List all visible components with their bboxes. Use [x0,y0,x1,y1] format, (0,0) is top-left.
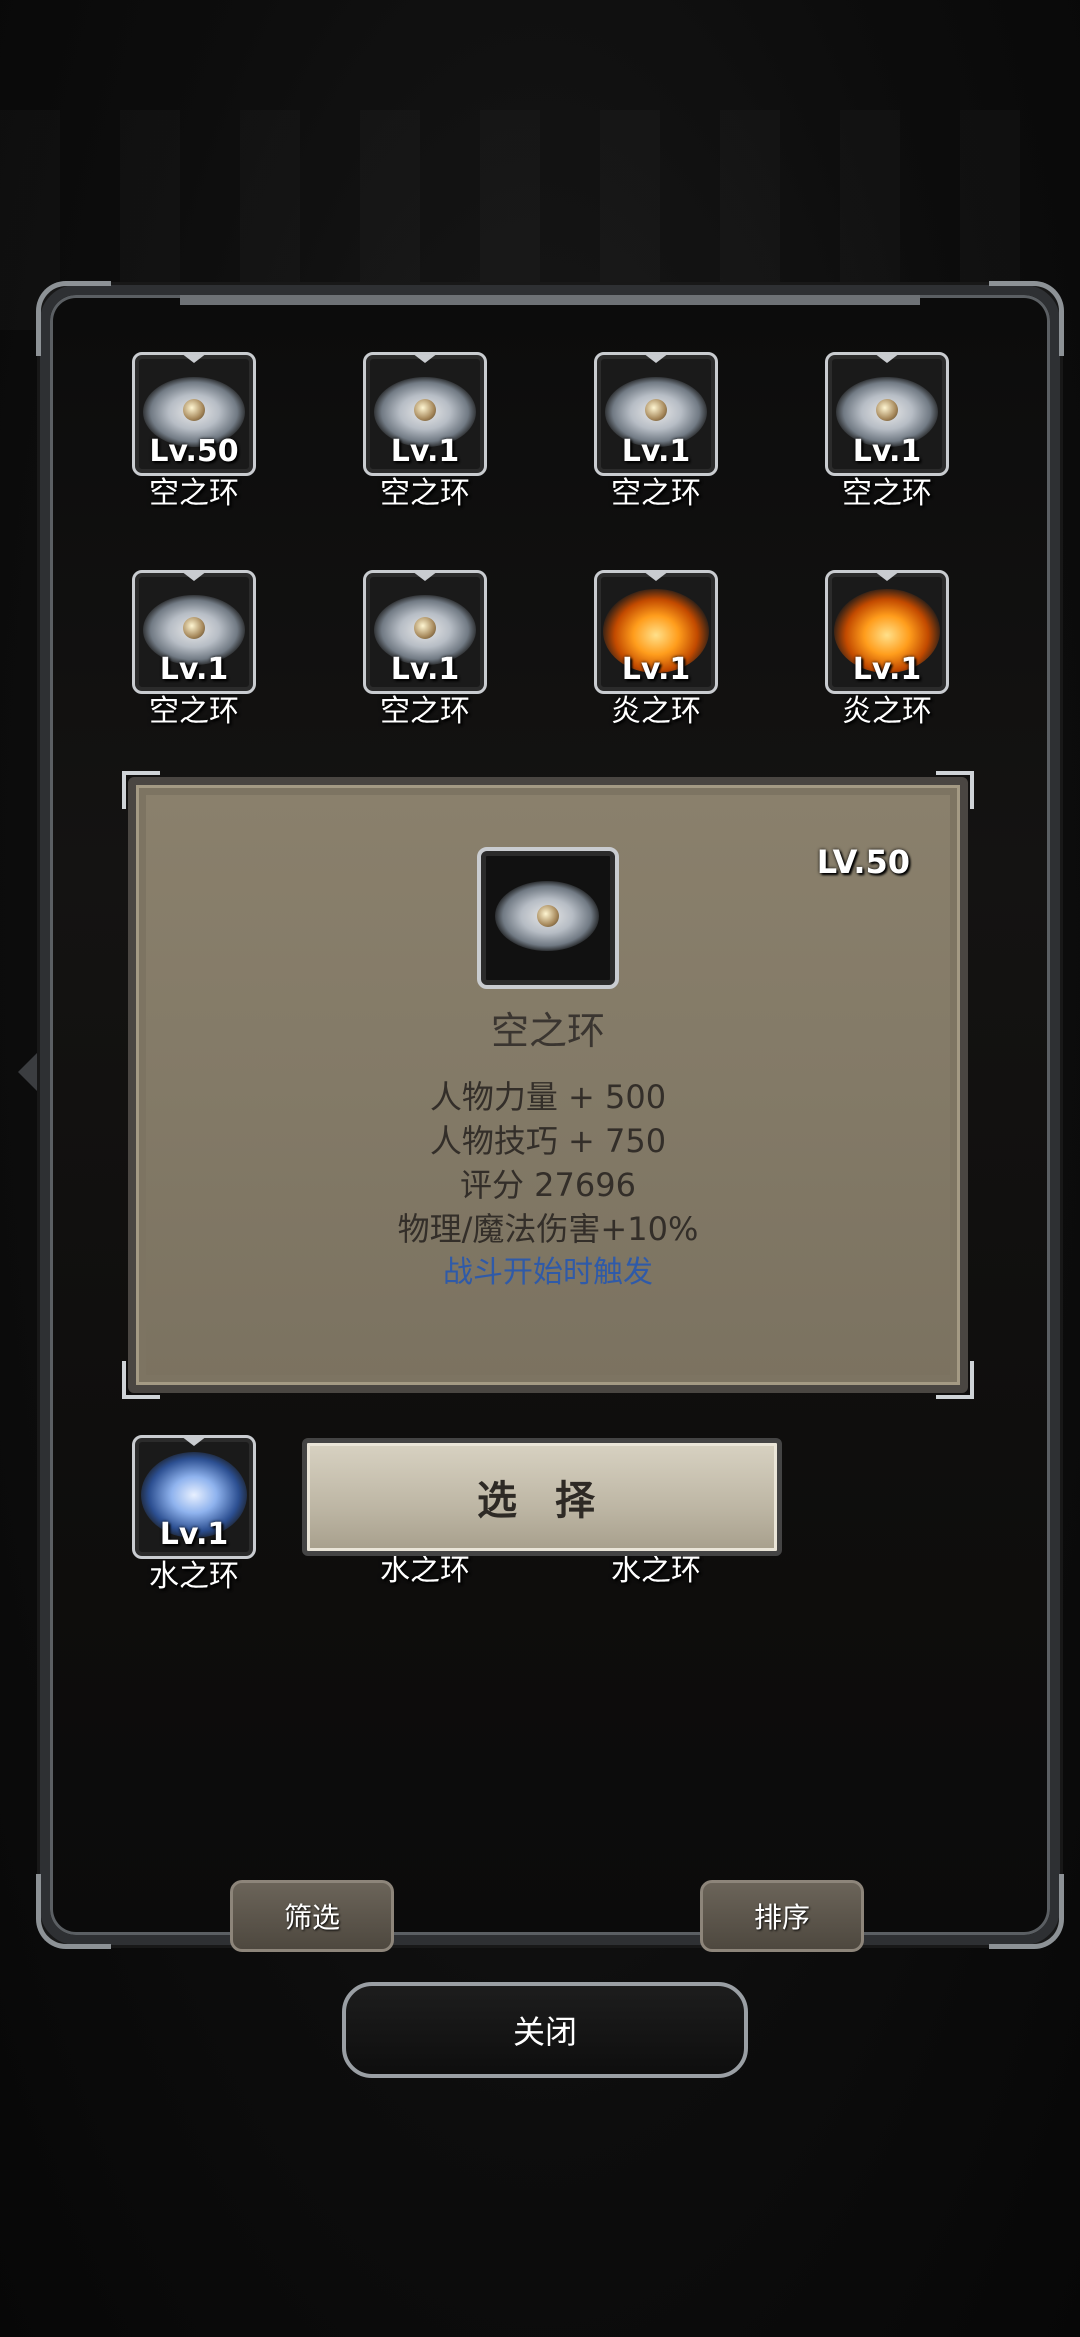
item-level: Lv.50 [149,434,239,469]
item-slot[interactable]: Lv.1 炎之环 [825,570,949,730]
detail-level: LV.50 [816,843,910,881]
stat-damage: 物理/魔法伤害+10% [397,1210,699,1248]
panel-corner-ornament [122,1361,160,1399]
water-ring-icon: Lv.1 [132,1435,256,1559]
filter-button[interactable]: 筛选 [230,1880,394,1952]
frame-corner-ornament [989,281,1064,356]
item-level: Lv.1 [621,434,691,469]
item-level: Lv.1 [159,652,229,687]
sky-ring-icon [477,847,619,989]
frame-corner-ornament [989,1874,1064,1949]
item-detail-panel: LV.50 空之环 人物力量 + 500 人物技巧 + 750 评分 27696… [122,771,974,1399]
frame-corner-ornament [36,1874,111,1949]
item-level: Lv.1 [852,652,922,687]
fire-ring-icon: Lv.1 [594,570,718,694]
item-slot[interactable]: Lv.1 空之环 [825,352,949,512]
item-level: Lv.1 [159,1517,229,1552]
item-level: Lv.1 [390,652,460,687]
item-level: Lv.1 [852,434,922,469]
item-slot[interactable]: Lv.1 空之环 [594,352,718,512]
sky-ring-icon: Lv.1 [363,570,487,694]
item-slot[interactable]: Lv.1 空之环 [132,570,256,730]
panel-corner-ornament [122,771,160,809]
sky-ring-icon: Lv.1 [825,352,949,476]
select-button[interactable]: 选 择 [302,1438,782,1556]
detail-item-name: 空之环 [490,1009,605,1053]
frame-corner-ornament [36,281,111,356]
stat-score: 评分 27696 [460,1166,636,1204]
item-slot[interactable]: Lv.1 空之环 [363,352,487,512]
frame-top-ornament [180,295,920,305]
item-slot[interactable]: Lv.50 空之环 [132,352,256,512]
fire-ring-icon: Lv.1 [825,570,949,694]
previous-arrow-icon[interactable] [18,1050,40,1094]
sky-ring-icon: Lv.50 [132,352,256,476]
panel-corner-ornament [936,771,974,809]
item-level: Lv.1 [621,652,691,687]
sky-ring-icon: Lv.1 [363,352,487,476]
item-slot[interactable]: Lv.1 水之环 [132,1435,256,1595]
sort-button[interactable]: 排序 [700,1880,864,1952]
item-slot[interactable]: Lv.1 空之环 [363,570,487,730]
detail-stats: 人物力量 + 500 人物技巧 + 750 评分 27696 物理/魔法伤害+1… [136,1075,960,1295]
stat-strength: 人物力量 + 500 [429,1078,667,1116]
trigger-condition: 战斗开始时触发 [443,1255,653,1290]
sky-ring-icon: Lv.1 [132,570,256,694]
item-level: Lv.1 [390,434,460,469]
close-button[interactable]: 关闭 [342,1982,748,2078]
stat-skill: 人物技巧 + 750 [429,1122,667,1160]
panel-corner-ornament [936,1361,974,1399]
item-slot[interactable]: Lv.1 炎之环 [594,570,718,730]
sky-ring-icon: Lv.1 [594,352,718,476]
